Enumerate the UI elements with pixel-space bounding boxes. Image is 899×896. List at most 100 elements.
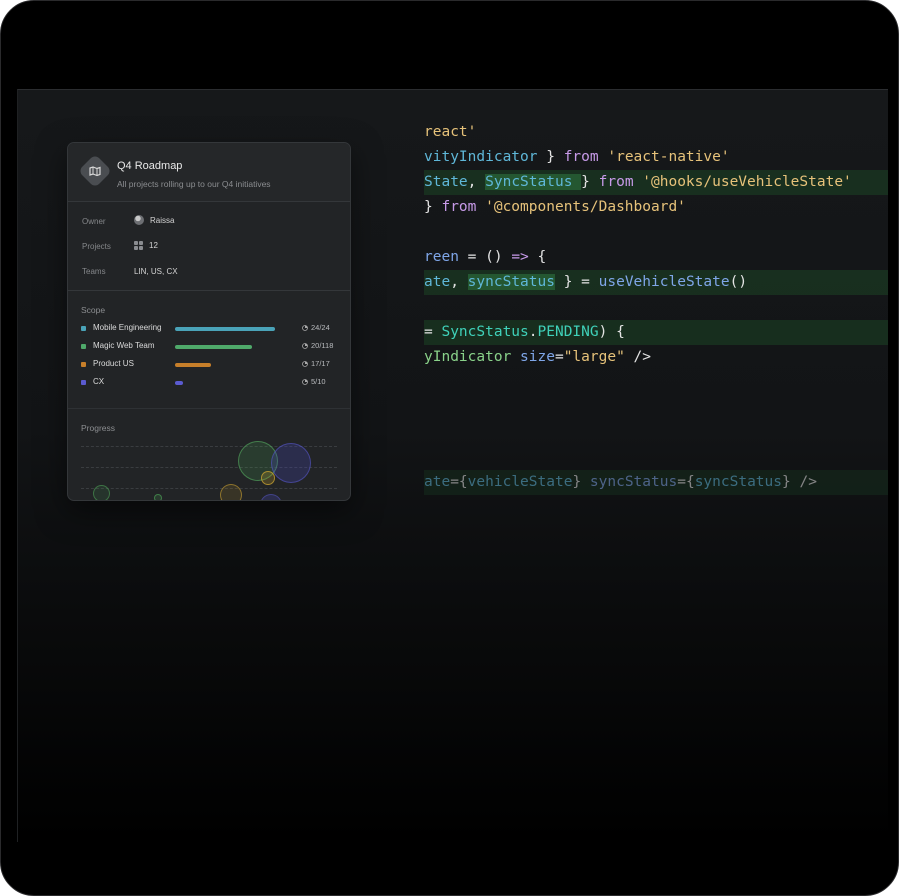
code-line[interactable]: react' — [424, 120, 888, 145]
code-token: PENDING — [537, 324, 599, 340]
avatar — [134, 215, 144, 225]
issue-count-text: 17/17 — [311, 359, 330, 368]
code-token: from — [563, 149, 599, 165]
progress-track — [175, 363, 275, 367]
progress-track — [175, 327, 275, 331]
code-token: } — [572, 474, 590, 490]
scope-item[interactable]: Mobile Engineering 24/24 — [81, 323, 341, 335]
progress-bubble — [154, 494, 162, 500]
code-token: syncStatus — [589, 474, 678, 490]
code-token: from — [598, 174, 634, 190]
owner-label: Owner — [82, 217, 106, 226]
code-line[interactable] — [424, 395, 888, 420]
team-name: Product US — [93, 359, 134, 368]
scope-item[interactable]: CX 5/10 — [81, 377, 341, 389]
code-line[interactable]: reen = () => { — [424, 245, 888, 270]
code-token: vehicleState — [467, 474, 573, 490]
code-token: vityIndicator — [424, 149, 538, 165]
progress-bar — [175, 381, 183, 385]
team-color-swatch — [81, 362, 86, 367]
code-token: syncStatus — [467, 274, 555, 290]
progress-track — [175, 381, 275, 385]
code-line[interactable]: ate={vehicleState} syncStatus={syncStatu… — [424, 470, 888, 495]
code-token: '@hooks/useVehicleState' — [633, 174, 852, 190]
code-line[interactable]: yIndicator size="large" /> — [424, 345, 888, 370]
progress-pie-icon — [302, 378, 308, 385]
code-line[interactable] — [424, 420, 888, 445]
code-token: } — [537, 149, 564, 165]
issue-count: 17/17 — [302, 359, 330, 368]
progress-bubble — [93, 485, 110, 500]
project-card[interactable]: Q4 Roadmap All projects rolling up to ou… — [67, 142, 351, 501]
progress-bubble — [260, 494, 282, 500]
progress-bubble — [271, 443, 311, 483]
code-token: } — [424, 199, 442, 215]
code-token: = — [554, 349, 564, 365]
code-token: yIndicator — [424, 349, 512, 365]
progress-bubble — [220, 484, 242, 500]
code-line[interactable]: ate, syncStatus } = useVehicleState() — [424, 270, 888, 295]
team-color-swatch — [81, 326, 86, 331]
app-screen: react' vityIndicator } from 'react-native… — [17, 89, 888, 842]
code-token: react' — [424, 124, 477, 140]
divider — [68, 408, 350, 409]
code-line[interactable]: vityIndicator } from 'react-native' — [424, 145, 888, 170]
code-line[interactable]: = SyncStatus.PENDING) { — [424, 320, 888, 345]
code-token: SyncStatus — [441, 324, 529, 340]
code-token: size — [511, 349, 555, 365]
scope-item[interactable]: Magic Web Team 20/118 — [81, 341, 341, 353]
code-token: } /> — [782, 474, 817, 490]
code-line[interactable]: State, SyncStatus } from '@hooks/useVehi… — [424, 170, 888, 195]
progress-pie-icon — [302, 324, 308, 331]
code-token: , — [450, 274, 468, 290]
issue-count-text: 24/24 — [311, 323, 330, 332]
teams-value[interactable]: LIN, US, CX — [134, 267, 178, 276]
issue-count: 24/24 — [302, 323, 330, 332]
projects-count: 12 — [149, 241, 158, 250]
code-line[interactable] — [424, 445, 888, 470]
code-token: "large" — [563, 349, 625, 365]
code-token: State — [424, 174, 468, 190]
grid-icon — [134, 241, 143, 250]
code-line[interactable] — [424, 220, 888, 245]
owner-name: Raissa — [150, 215, 175, 225]
code-token: , — [467, 174, 486, 190]
code-token: () — [729, 274, 748, 290]
projects-label: Projects — [82, 242, 111, 251]
code-token: SyncStatus — [485, 174, 582, 190]
team-name: Mobile Engineering — [93, 323, 162, 332]
progress-pie-icon — [302, 360, 308, 367]
code-token: ate — [424, 274, 451, 290]
project-header: Q4 Roadmap All projects rolling up to ou… — [68, 143, 350, 202]
issue-count: 20/118 — [302, 341, 333, 350]
team-color-swatch — [81, 344, 86, 349]
code-line[interactable]: } from '@components/Dashboard' — [424, 195, 888, 220]
code-token: /> — [624, 349, 652, 365]
projects-value[interactable]: 12 — [134, 241, 158, 250]
issue-count-text: 20/118 — [311, 341, 334, 350]
code-token: ) { — [598, 324, 625, 340]
team-name: CX — [93, 377, 105, 386]
issue-count-text: 5/10 — [311, 377, 326, 386]
project-subtitle: All projects rolling up to our Q4 initia… — [117, 179, 271, 189]
code-token: } — [581, 174, 599, 190]
scope-item[interactable]: Product US 17/17 — [81, 359, 341, 371]
code-token: 'react-native' — [598, 149, 730, 165]
code-token: '@components/Dashboard' — [476, 199, 686, 215]
progress-bar — [175, 363, 211, 367]
team-name: Magic Web Team — [93, 341, 155, 350]
code-line[interactable] — [424, 370, 888, 395]
grid-line — [81, 488, 337, 489]
code-token: => — [511, 249, 529, 265]
code-line[interactable] — [424, 295, 888, 320]
code-token: . — [528, 324, 538, 340]
code-token: ={ — [677, 474, 695, 490]
owner-value[interactable]: Raissa — [134, 215, 174, 225]
project-title: Q4 Roadmap — [117, 160, 183, 172]
scope-title: Scope — [81, 305, 106, 315]
code-token: ate — [424, 474, 451, 490]
code-token: = — [424, 324, 442, 340]
progress-title: Progress — [81, 423, 116, 433]
progress-bar — [175, 345, 252, 349]
code-token: reen — [424, 249, 459, 265]
